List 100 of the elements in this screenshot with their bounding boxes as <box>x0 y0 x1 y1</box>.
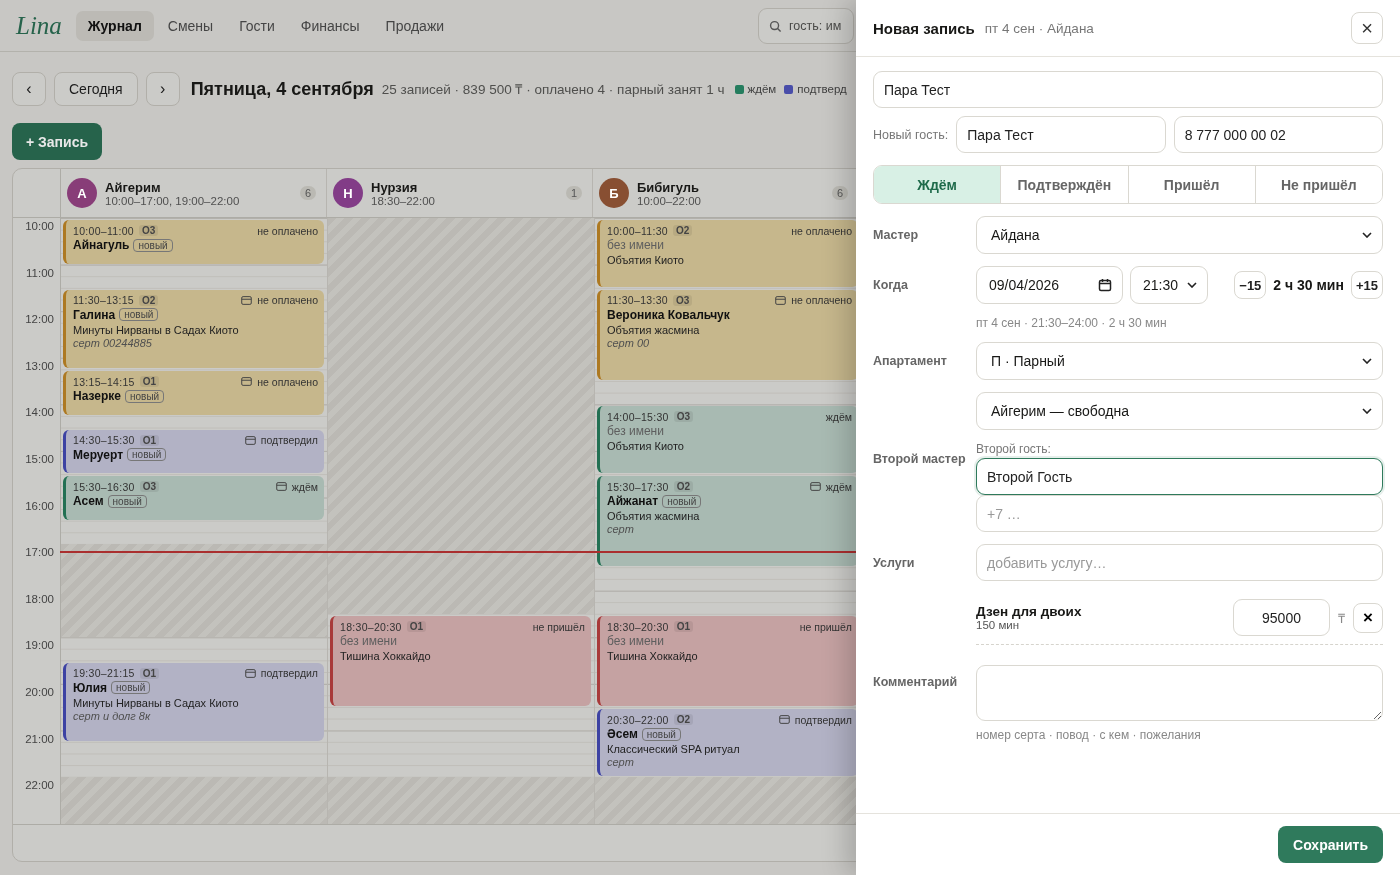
field-label: Апартамент <box>873 354 948 368</box>
service-name: Тишина Хоккайдо <box>340 650 432 663</box>
master-hours: 10:00–17:00, 19:00–22:00 <box>105 194 241 207</box>
time-select[interactable]: 21:30 <box>1130 266 1208 304</box>
remove-service-button[interactable]: × <box>1353 602 1383 633</box>
booking-card[interactable]: 15:30–17:30 О2 ждём Айжанат новый Объятия жасмина серт <box>597 476 858 567</box>
booking-time: 11:30–13:15 <box>73 294 134 307</box>
close-button[interactable]: × <box>1351 12 1383 44</box>
master-name: Айгерим <box>105 179 162 195</box>
room-badge: О1 <box>406 621 427 633</box>
room-badge: О1 <box>139 667 160 679</box>
hour-label: 21:00 <box>24 731 55 747</box>
guest-name-field[interactable]: Пара Тест <box>956 116 1166 153</box>
service-search-field[interactable]: добавить услугу… <box>976 544 1383 581</box>
search-field[interactable]: гость: им <box>758 7 854 44</box>
booking-card[interactable]: 10:00–11:00 О3 не оплачено Айнагуль новый <box>63 220 324 264</box>
guest-name: Айнагуль <box>73 238 130 252</box>
service-name: Объятия жасмина <box>607 323 701 336</box>
booking-card[interactable]: 11:30–13:15 О2 не оплачено Галина новый Минуты Нирваны в Садах Киото серт 00244885 <box>63 289 324 369</box>
apartment-select[interactable]: П · Парный <box>976 342 1383 380</box>
master-select[interactable]: Айдана <box>976 216 1383 254</box>
booking-status: не оплачено <box>791 224 852 237</box>
room-badge: О3 <box>673 411 694 423</box>
hour-label: 18:00 <box>24 591 55 607</box>
hour-label: 11:00 <box>25 265 55 281</box>
drawer-title: Новая запись <box>873 19 975 37</box>
nav-tab[interactable]: Продажи <box>373 10 457 41</box>
next-day-button[interactable]: › <box>145 72 180 106</box>
guest-name: Юлия <box>73 680 108 695</box>
status-tab[interactable]: Не пришёл <box>1254 166 1382 203</box>
phone-field[interactable]: 8 777 000 00 02 <box>1173 116 1383 153</box>
guest-search-field[interactable]: Пара Тест <box>873 71 1383 108</box>
booking-count: 1 <box>565 186 582 200</box>
price-field[interactable]: 95000 <box>1233 599 1330 636</box>
guest-name: Асем <box>73 494 104 509</box>
chevron-down-icon <box>1187 282 1197 288</box>
nav-tab[interactable]: Смены <box>155 10 226 41</box>
decrease-duration-button[interactable]: −15 <box>1234 271 1267 299</box>
booking-card[interactable]: 20:30–22:00 О2 подтвердил Әсем новый Классический SPA ритуал серт <box>597 709 858 777</box>
nav-tab[interactable]: Журнал <box>75 10 154 41</box>
guest-name: Назерке <box>73 389 121 404</box>
booking-card[interactable]: 18:30–20:30 О1 не пришёл без имени Тишина Хоккайдо <box>597 616 858 707</box>
hour-label: 19:00 <box>24 638 55 654</box>
booking-note: серт <box>607 523 635 536</box>
drawer-subtitle: пт 4 сен · Айдана <box>984 20 1094 36</box>
room-badge: О2 <box>672 225 693 236</box>
comment-hint: номер серта · повод · с кем · пожелания <box>976 728 1202 742</box>
second-guest-field[interactable]: Второй Гость <box>976 458 1383 495</box>
nav-tab[interactable]: Гости <box>227 10 287 41</box>
booking-card[interactable]: 15:30–16:30 О3 ждём Асем новый <box>63 476 324 520</box>
guest-name: без имени <box>607 238 664 252</box>
status-tab[interactable]: Ждём <box>874 166 1001 203</box>
comment-field[interactable] <box>976 665 1383 721</box>
booking-card[interactable]: 19:30–21:15 О1 подтвердил Юлия новый Минуты Нирваны в Садах Киото серт и долг 8к <box>63 662 324 742</box>
new-guest-tag: новый <box>133 238 173 252</box>
master-avatar: Б <box>599 178 629 208</box>
booking-card[interactable]: 14:30–15:30 О1 подтвердил Меруерт новый <box>63 429 324 474</box>
chevron-down-icon <box>1362 358 1372 364</box>
booking-card[interactable]: 13:15–14:15 О1 не оплачено Назерке новый <box>63 371 324 416</box>
hour-label: 13:00 <box>24 358 55 374</box>
guest-name: без имени <box>340 634 397 649</box>
master-avatar: Н <box>333 178 363 208</box>
add-booking-button[interactable]: + Запись <box>12 123 103 160</box>
nav-tab[interactable]: Финансы <box>288 10 372 41</box>
booking-time: 18:30–20:30 <box>340 620 402 633</box>
booking-note: серт 00 <box>607 336 651 349</box>
field-label: Новый гость: <box>873 127 949 142</box>
new-guest-tag: новый <box>662 494 702 508</box>
hour-label: 15:00 <box>24 451 55 467</box>
service-name: Объятия жасмина <box>607 510 701 523</box>
booking-card[interactable]: 11:30–13:30 О3 не оплачено Вероника Ковальчук Объятия жасмина серт 00 <box>597 289 858 381</box>
new-guest-tag: новый <box>641 727 681 741</box>
date-field[interactable]: 09/04/2026 <box>976 266 1123 304</box>
field-label: Второй гость: <box>976 442 1052 456</box>
today-button[interactable]: Сегодня <box>54 72 138 106</box>
hour-label: 16:00 <box>24 498 55 514</box>
day-summary: 25 записей · 839 500 ₸ · оплачено 4 · парный занят 1 ч <box>381 81 725 98</box>
booking-time: 13:15–14:15 <box>73 375 135 388</box>
booking-card[interactable]: 14:00–15:30 О3 ждём без имени Объятия Киото <box>597 406 858 474</box>
increase-duration-button[interactable]: +15 <box>1350 271 1383 299</box>
booking-note: серт <box>607 756 635 769</box>
second-guest-phone-field[interactable]: +7 … <box>976 495 1383 532</box>
save-button[interactable]: Сохранить <box>1278 826 1383 863</box>
hour-label: 20:00 <box>24 684 55 700</box>
booking-card[interactable]: 18:30–20:30 О1 не пришёл без имени Тишина Хоккайдо <box>330 616 591 707</box>
hour-label: 14:00 <box>24 405 55 421</box>
room-badge: О1 <box>139 434 160 446</box>
booking-card[interactable]: 10:00–11:30 О2 не оплачено без имени Объятия Киото <box>597 220 858 287</box>
new-guest-tag: новый <box>119 308 159 322</box>
master-avatar: А <box>67 178 97 208</box>
new-guest-tag: новый <box>111 681 151 695</box>
master-name: Бибигуль <box>637 179 701 195</box>
new-guest-tag: новый <box>125 389 165 403</box>
previous-day-button[interactable]: ‹ <box>12 72 46 106</box>
booking-status: подтвердил <box>260 434 318 447</box>
service-name: Классический SPA ритуал <box>607 743 741 756</box>
guest-name: Әсем <box>607 727 638 742</box>
second-master-select[interactable]: Айгерим — свободна <box>976 392 1383 430</box>
field-label: Комментарий <box>873 675 959 689</box>
legend-label: ждём <box>747 83 777 95</box>
